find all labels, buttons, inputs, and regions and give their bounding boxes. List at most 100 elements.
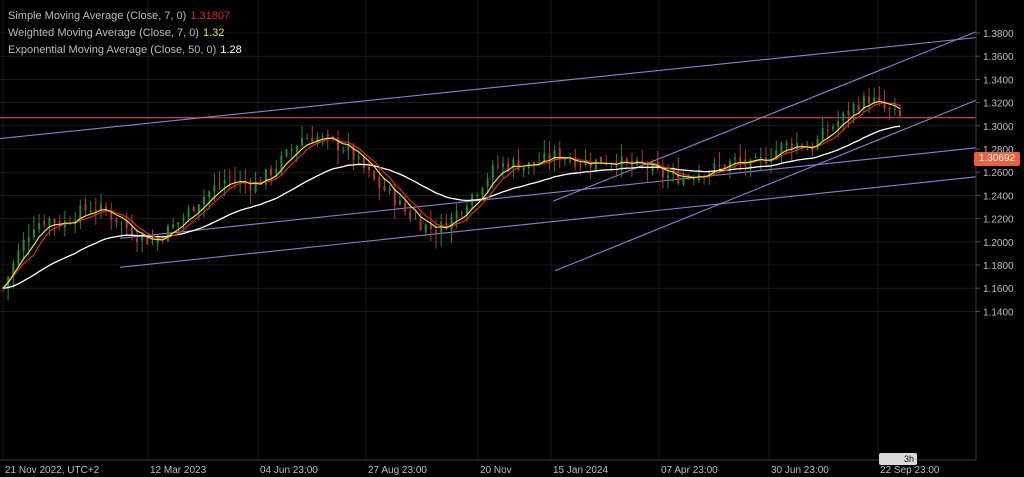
candle — [94, 197, 97, 225]
candle-body — [893, 108, 896, 110]
candle — [615, 153, 618, 178]
candle-body — [285, 149, 288, 156]
candle — [218, 171, 221, 191]
candle-body — [625, 158, 628, 162]
candle-body — [440, 221, 443, 234]
candle — [496, 155, 499, 171]
candle-body — [857, 104, 860, 110]
candle-body — [481, 187, 484, 196]
candle — [630, 152, 633, 178]
candle-body — [352, 144, 355, 160]
candle — [754, 153, 757, 159]
legend-wma[interactable]: Weighted Moving Average (Close, 7, 0) 1.3… — [8, 25, 242, 42]
candle-body — [460, 212, 463, 214]
candle-body — [785, 142, 788, 146]
candle-body — [373, 170, 376, 180]
price-chart[interactable]: 1.38001.36001.34001.32001.30001.28001.26… — [0, 0, 1024, 477]
candle — [584, 149, 587, 167]
candle-body — [218, 183, 221, 185]
candle-body — [110, 211, 113, 220]
trend-line[interactable] — [119, 176, 977, 268]
legend-ema-label: Exponential Moving Average (Close, 50, 0… — [8, 44, 217, 56]
current-price-badge: 1.30692 — [974, 152, 1020, 166]
candle-body — [754, 156, 757, 158]
wma-line[interactable] — [2, 100, 901, 289]
candle-body — [496, 166, 499, 168]
candle-body — [357, 156, 360, 160]
candle — [38, 213, 41, 233]
candle-body — [491, 165, 494, 179]
candle-body — [795, 143, 798, 150]
candle — [316, 132, 319, 147]
candle-body — [182, 218, 185, 221]
grid — [0, 0, 976, 460]
candle-body — [821, 128, 824, 141]
candle — [414, 211, 417, 220]
legend-ema[interactable]: Exponential Moving Average (Close, 50, 0… — [8, 42, 242, 59]
candles — [2, 86, 901, 301]
candle-body — [455, 211, 458, 219]
x-axis: 21 Nov 2022, UTC+2 12 Mar 2023 04 Jun 23:0… — [0, 459, 976, 476]
candle-body — [476, 194, 479, 196]
candle — [32, 215, 35, 240]
candle-body — [321, 136, 324, 138]
candle-body — [223, 180, 226, 184]
candle-body — [306, 138, 309, 140]
candle-body — [424, 224, 427, 233]
candle — [125, 212, 128, 235]
candle-body — [414, 218, 417, 220]
timeframe-badge[interactable]: 3h — [879, 453, 917, 465]
legend-sma[interactable]: Simple Moving Average (Close, 7, 0) 1.318… — [8, 8, 242, 25]
y-tick-label: 1.3800 — [983, 29, 1014, 40]
candle-body — [270, 168, 273, 176]
candle-body — [888, 108, 891, 110]
x-tick-label: 15 Jan 2024 — [553, 465, 608, 476]
candle-body — [378, 177, 381, 188]
candle-body — [146, 237, 149, 245]
candle — [548, 140, 551, 170]
candle-body — [280, 155, 283, 170]
candle — [99, 193, 102, 219]
candle — [816, 135, 819, 151]
candle-body — [295, 145, 298, 152]
candle — [311, 125, 314, 143]
candle-body — [249, 184, 252, 191]
candle-body — [326, 134, 329, 137]
candle-body — [228, 177, 231, 179]
candle-body — [208, 191, 211, 198]
legend-ema-value: 1.28 — [220, 44, 242, 56]
candle — [460, 210, 463, 218]
y-tick-label: 1.3200 — [983, 99, 1014, 110]
y-tick-label: 1.3400 — [983, 75, 1014, 86]
candle-body — [852, 104, 855, 113]
candle — [780, 141, 783, 164]
y-tick-label: 1.2200 — [983, 215, 1014, 226]
candle — [873, 87, 876, 105]
x-tick-label: 07 Apr 23:00 — [661, 465, 718, 476]
ema-line[interactable] — [2, 125, 901, 289]
candle-body — [32, 229, 35, 238]
legend-wma-label: Weighted Moving Average (Close, 7, 0) — [8, 27, 199, 39]
moving-averages — [2, 100, 901, 289]
candle — [249, 177, 252, 204]
candle-body — [368, 166, 371, 171]
candle-body — [899, 110, 901, 116]
candle-body — [151, 241, 154, 243]
candle — [764, 147, 767, 166]
candle — [270, 165, 273, 186]
legend-wma-value: 1.32 — [202, 27, 225, 39]
candle-body — [342, 150, 345, 152]
candle — [589, 152, 592, 180]
candle — [677, 157, 680, 186]
candle — [22, 232, 25, 259]
candle — [502, 156, 505, 179]
x-tick-label: 20 Nov — [480, 465, 512, 476]
y-tick-label: 1.2000 — [983, 238, 1014, 249]
candle-body — [873, 97, 876, 103]
candle — [58, 214, 61, 231]
candle-body — [522, 167, 525, 172]
candle-body — [847, 110, 850, 115]
candle-body — [27, 236, 30, 243]
y-tick-label: 1.3000 — [983, 122, 1014, 133]
candle-body — [172, 224, 175, 228]
